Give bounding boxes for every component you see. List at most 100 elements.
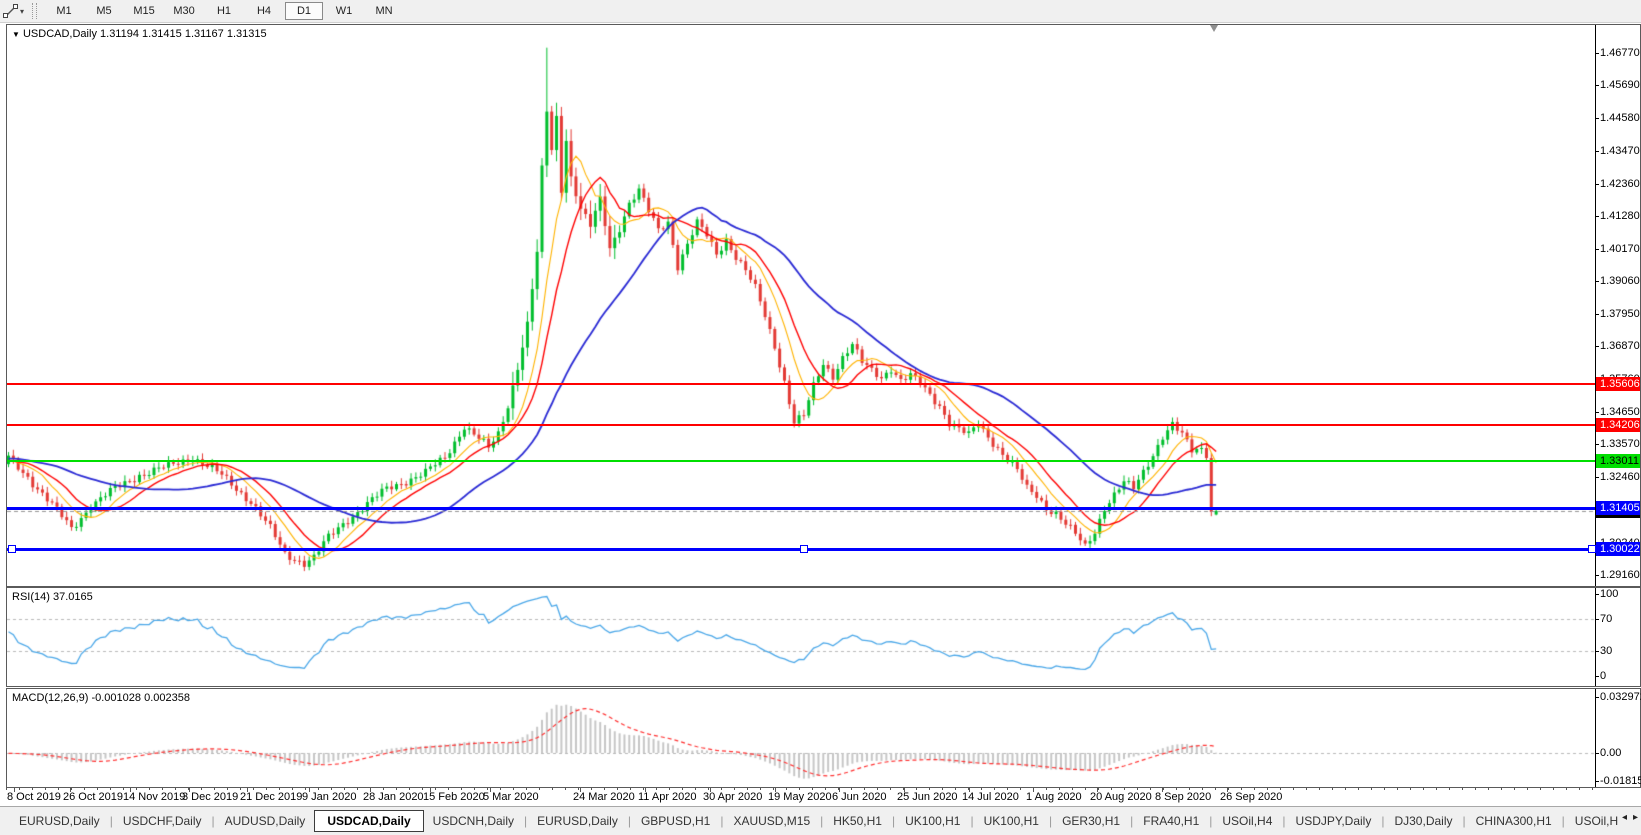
date-minor-tick [1293, 788, 1294, 790]
date-minor-tick [1514, 788, 1515, 790]
rsi-axis-tick [1595, 594, 1599, 595]
timeframe-button-m5[interactable]: M5 [85, 2, 123, 20]
date-axis-label: 20 Aug 2020 [1090, 791, 1152, 803]
chart-tab-usdcad-daily[interactable]: USDCAD,Daily [314, 810, 423, 832]
chart-tab-eurusd-daily[interactable]: EURUSD,Daily [10, 811, 109, 831]
support-line-green-price-label: 1.33011 [1596, 454, 1640, 468]
chart-tab-usdcnh-daily[interactable]: USDCNH,Daily [424, 811, 523, 831]
timeframe-button-w1[interactable]: W1 [325, 2, 363, 20]
rsi-canvas[interactable] [7, 588, 1597, 686]
support-line-blue-2-drag-handle[interactable] [1588, 545, 1596, 553]
chart-tab-uk100-h1[interactable]: UK100,H1 [975, 811, 1048, 831]
date-axis-label: 14 Nov 2019 [123, 791, 185, 803]
timeframe-buttons: M1M5M15M30H1H4D1W1MN [44, 2, 404, 20]
tab-separator: | [110, 814, 113, 828]
resistance-line-1[interactable] [7, 383, 1597, 385]
date-minor-tick [682, 788, 683, 790]
macd-canvas[interactable] [7, 689, 1597, 787]
date-axis-label: 8 Sep 2020 [1155, 791, 1211, 803]
chart-tab-hk50-h1[interactable]: HK50,H1 [824, 811, 891, 831]
date-minor-tick [1072, 788, 1073, 790]
date-minor-tick [214, 788, 215, 790]
tab-scroll-left-icon[interactable]: ◂ [1622, 812, 1627, 823]
chart-tab-eurusd-daily[interactable]: EURUSD,Daily [528, 811, 627, 831]
date-axis-label: 1 Aug 2020 [1026, 791, 1082, 803]
date-minor-tick [1046, 788, 1047, 790]
chart-tab-china300-h1[interactable]: CHINA300,H1 [1467, 811, 1561, 831]
date-minor-tick [461, 788, 462, 790]
price-axis-tick [1595, 314, 1599, 315]
chart-tab-usdchf-daily[interactable]: USDCHF,Daily [114, 811, 211, 831]
date-minor-tick [1007, 788, 1008, 790]
chart-tab-ger30-h1[interactable]: GER30,H1 [1053, 811, 1129, 831]
support-line-blue-1[interactable] [7, 507, 1597, 510]
chart-tab-audusd-daily[interactable]: AUDUSD,Daily [216, 811, 315, 831]
chart-tab-dj30-daily[interactable]: DJ30,Daily [1385, 811, 1461, 831]
chart-tab-usoil-h[interactable]: USOil,H [1566, 811, 1627, 831]
date-minor-tick [890, 788, 891, 790]
date-minor-tick [812, 788, 813, 790]
macd-panel: MACD(12,26,9) -0.001028 0.002358 0.03297… [6, 688, 1641, 788]
rsi-axis: 10070300 [1595, 588, 1640, 686]
date-minor-tick [318, 788, 319, 790]
date-minor-tick [1332, 788, 1333, 790]
chart-tab-gbpusd-h1[interactable]: GBPUSD,H1 [632, 811, 719, 831]
price-chart-canvas[interactable] [7, 25, 1597, 586]
support-line-blue-1-price-label: 1.31405 [1596, 501, 1640, 515]
chart-tab-usdjpy-daily[interactable]: USDJPY,Daily [1287, 811, 1381, 831]
tab-separator: | [1381, 814, 1384, 828]
price-axis-label: 1.45690 [1600, 79, 1640, 92]
mt4-window: ▾ M1M5M15M30H1H4D1W1MN ▼ USDCAD,Daily 1.… [0, 0, 1641, 835]
support-line-blue-2-drag-handle[interactable] [800, 545, 808, 553]
resistance-line-1-price-label: 1.35606 [1596, 377, 1640, 391]
date-minor-tick [136, 788, 137, 790]
price-axis-label: 1.46770 [1600, 47, 1640, 60]
timeframe-button-h1[interactable]: H1 [205, 2, 243, 20]
date-minor-tick [19, 788, 20, 790]
date-minor-tick [1592, 788, 1593, 790]
chart-tab-xauusd-m15[interactable]: XAUUSD,M15 [724, 811, 819, 831]
timeframe-button-mn[interactable]: MN [365, 2, 403, 20]
line-studies-button[interactable]: ▾ [0, 1, 28, 21]
price-axis-tick [1595, 249, 1599, 250]
rsi-axis-label: 30 [1600, 645, 1612, 658]
timeframe-button-d1[interactable]: D1 [285, 2, 323, 20]
price-axis-tick [1595, 412, 1599, 413]
price-axis-label: 1.36870 [1600, 340, 1640, 353]
date-axis: 8 Oct 201926 Oct 201914 Nov 20193 Dec 20… [6, 788, 1641, 806]
date-minor-tick [1150, 788, 1151, 790]
date-minor-tick [1449, 788, 1450, 790]
resistance-line-2[interactable] [7, 424, 1597, 426]
tab-scroll-right-icon[interactable]: ▸ [1633, 812, 1638, 823]
timeframe-button-m15[interactable]: M15 [125, 2, 163, 20]
chart-tab-fra40-h1[interactable]: FRA40,H1 [1134, 811, 1208, 831]
date-minor-tick [786, 788, 787, 790]
timeframe-button-m30[interactable]: M30 [165, 2, 203, 20]
date-minor-tick [1501, 788, 1502, 790]
date-minor-tick [149, 788, 150, 790]
timeframe-button-m1[interactable]: M1 [45, 2, 83, 20]
chart-symbol-period: USDCAD,Daily [23, 28, 97, 40]
date-minor-tick [955, 788, 956, 790]
chart-tab-uk100-h1[interactable]: UK100,H1 [896, 811, 969, 831]
timeframe-button-h4[interactable]: H4 [245, 2, 283, 20]
chart-collapse-caret[interactable]: ▼ [12, 30, 20, 39]
price-axis-label: 1.41280 [1600, 210, 1640, 223]
date-axis-label: 28 Jan 2020 [363, 791, 424, 803]
tab-separator: | [1562, 814, 1565, 828]
support-line-green[interactable] [7, 460, 1597, 462]
tab-scroll-arrows: ◂ ▸ [1622, 812, 1638, 823]
date-minor-tick [1384, 788, 1385, 790]
date-minor-tick [1280, 788, 1281, 790]
support-line-blue-2-drag-handle[interactable] [8, 545, 16, 553]
tab-separator: | [892, 814, 895, 828]
price-axis-tick [1595, 85, 1599, 86]
date-minor-tick [721, 788, 722, 790]
rsi-axis-tick [1595, 651, 1599, 652]
date-minor-tick [734, 788, 735, 790]
date-minor-tick [630, 788, 631, 790]
date-minor-tick [123, 788, 124, 790]
macd-label: MACD(12,26,9) -0.001028 0.002358 [12, 692, 190, 704]
date-minor-tick [825, 788, 826, 790]
chart-tab-usoil-h4[interactable]: USOil,H4 [1213, 811, 1281, 831]
